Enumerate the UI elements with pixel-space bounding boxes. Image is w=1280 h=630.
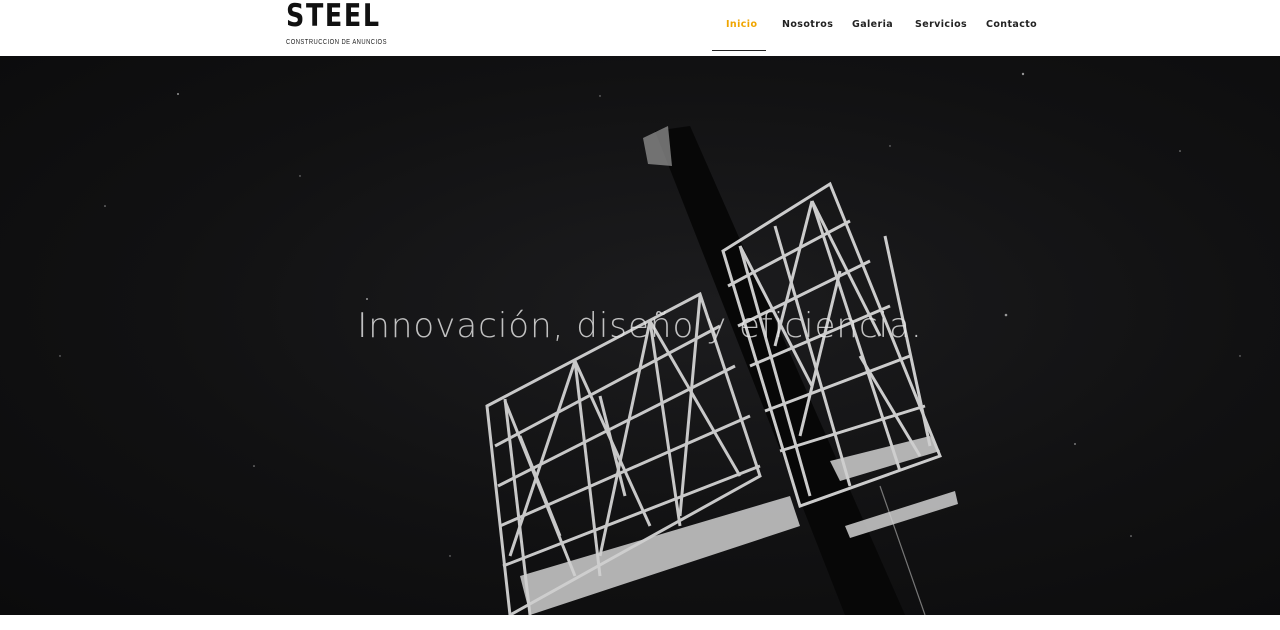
hero-banner: Innovación, diseño y eficiencia. [0, 56, 1280, 615]
hero-headline: Innovación, diseño y eficiencia. [357, 306, 923, 346]
active-nav-indicator [712, 50, 766, 51]
main-nav: Inicio Nosotros Galeria Servicios Contac… [0, 0, 1280, 56]
nav-item-nosotros[interactable]: Nosotros [782, 19, 833, 30]
site-header: STEEL CONSTRUCCION DE ANUNCIOS Inicio No… [0, 0, 1280, 56]
page-bottom-strip [0, 615, 1280, 630]
nav-item-inicio[interactable]: Inicio [726, 19, 757, 30]
nav-item-galeria[interactable]: Galeria [852, 19, 893, 30]
nav-item-contacto[interactable]: Contacto [986, 19, 1037, 30]
nav-item-servicios[interactable]: Servicios [915, 19, 967, 30]
